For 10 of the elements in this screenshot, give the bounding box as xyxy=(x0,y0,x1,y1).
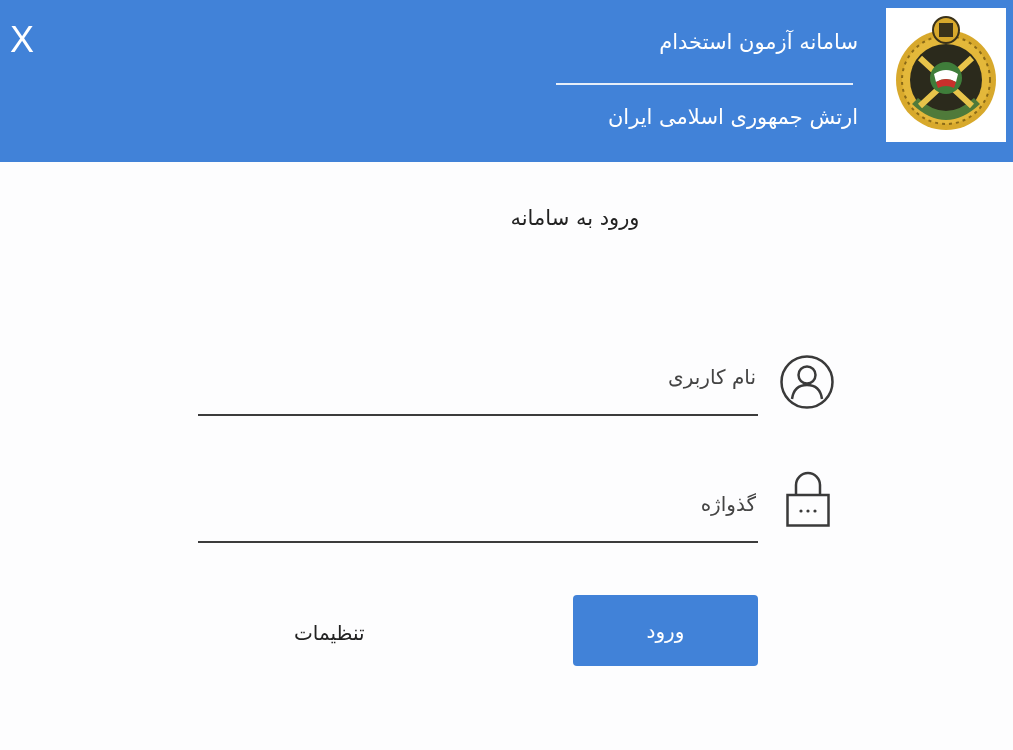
user-icon xyxy=(780,355,834,409)
close-button[interactable]: X xyxy=(10,22,34,58)
organization-name: ارتش جمهوری اسلامی ایران xyxy=(607,104,858,131)
system-title: سامانه آزمون استخدام xyxy=(659,29,858,56)
username-field[interactable]: نام کاربری xyxy=(198,354,758,416)
login-button[interactable]: ورود xyxy=(573,595,758,666)
password-field[interactable]: گذواژه xyxy=(198,481,758,543)
lock-icon xyxy=(786,471,830,527)
settings-link[interactable]: تنظیمات xyxy=(294,616,365,649)
login-title: ورود به سامانه xyxy=(510,205,640,232)
